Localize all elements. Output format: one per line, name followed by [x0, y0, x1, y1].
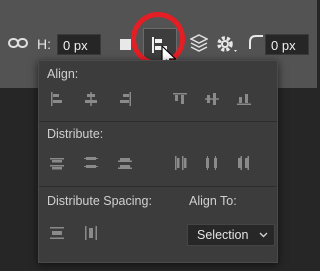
- distribute-spacing-label: Distribute Spacing:: [47, 194, 152, 208]
- corner-radius-icon: [249, 35, 263, 49]
- align-left-edges-icon[interactable]: [49, 91, 65, 107]
- align-label: Align:: [47, 67, 79, 81]
- distribute-right-icon[interactable]: [236, 155, 252, 171]
- align-horizontal-centers-icon[interactable]: [83, 91, 99, 107]
- height-input[interactable]: 0 px: [57, 34, 101, 55]
- align-to-value: Selection: [197, 228, 249, 242]
- path-arrangement-icon[interactable]: [190, 34, 208, 54]
- link-icon[interactable]: [8, 36, 28, 50]
- align-vertical-centers-icon[interactable]: [204, 91, 220, 107]
- corner-radius-input[interactable]: 0 px: [265, 34, 309, 55]
- path-alignment-dropdown: Align: Distribute: Distribute Spacing: A…: [38, 60, 278, 263]
- align-to-select[interactable]: Selection: [187, 224, 275, 246]
- chevron-down-icon: [259, 232, 268, 238]
- distribute-bottom-icon[interactable]: [117, 155, 133, 171]
- divider: [39, 186, 277, 187]
- distribute-horizontal-spacing-icon[interactable]: [83, 225, 99, 241]
- distribute-left-icon[interactable]: [172, 155, 188, 171]
- align-right-edges-icon[interactable]: [117, 91, 133, 107]
- gear-icon[interactable]: [215, 34, 241, 56]
- distribute-label: Distribute:: [47, 127, 104, 141]
- height-label: H:: [37, 36, 51, 52]
- align-top-edges-icon[interactable]: [172, 91, 188, 107]
- align-bottom-edges-icon[interactable]: [236, 91, 252, 107]
- distribute-vertical-spacing-icon[interactable]: [49, 225, 65, 241]
- divider: [39, 121, 277, 122]
- distribute-top-icon[interactable]: [49, 155, 65, 171]
- distribute-vertical-centers-icon[interactable]: [83, 155, 99, 171]
- align-to-label: Align To:: [189, 194, 237, 208]
- distribute-horizontal-centers-icon[interactable]: [204, 155, 220, 171]
- path-operations-icon[interactable]: [120, 39, 131, 50]
